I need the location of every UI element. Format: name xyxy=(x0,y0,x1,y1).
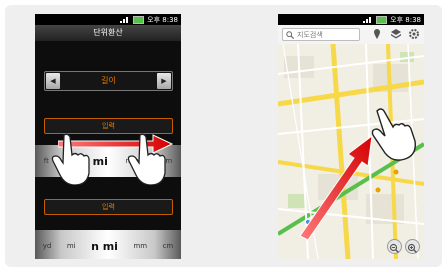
map-toolbar: 지도검색 xyxy=(278,25,424,45)
pin-icon[interactable] xyxy=(371,28,383,40)
map-search-input[interactable]: 지도검색 xyxy=(282,28,360,41)
arrow-right-icon[interactable]: ▶ xyxy=(157,73,171,89)
search-placeholder: 지도검색 xyxy=(297,31,323,39)
status-bar: 오후 8:38 xyxy=(35,14,181,25)
unit-option[interactable]: mi xyxy=(67,242,76,250)
search-icon xyxy=(286,31,294,39)
hand-start-icon xyxy=(51,133,90,185)
battery-icon xyxy=(133,15,145,24)
unit-option[interactable]: mm xyxy=(133,242,147,250)
unit-wheel-to[interactable]: yd mi n mi mm cm xyxy=(35,230,181,259)
battery-icon xyxy=(376,15,388,24)
unit-option[interactable]: n mi xyxy=(91,240,118,253)
phone-map: 오후 8:38 지도검색 xyxy=(278,14,424,259)
status-bar: 오후 8:38 xyxy=(278,14,424,25)
input-field-2[interactable]: 입력 xyxy=(44,199,173,215)
app-title: 단위환산 xyxy=(35,25,181,41)
screenshot: 오후 8:38 단위환산 ◀ 길이 ▶ 입력 ft yd mi n mi mm 입력 y… xyxy=(0,0,447,272)
category-selector[interactable]: ◀ 길이 ▶ xyxy=(44,71,173,91)
unit-option[interactable]: cm xyxy=(163,242,174,250)
unit-option[interactable]: mi xyxy=(93,155,108,168)
settings-icon[interactable] xyxy=(408,28,420,40)
signal-icon xyxy=(120,17,129,23)
zoom-in-icon[interactable] xyxy=(405,239,420,254)
status-time: 오후 8:38 xyxy=(147,15,178,24)
category-value: 길이 xyxy=(101,76,116,85)
zoom-out-icon[interactable] xyxy=(387,239,402,254)
input-field-1[interactable]: 입력 xyxy=(44,118,173,134)
hand-end-icon xyxy=(127,133,166,185)
hand-icon xyxy=(371,108,416,161)
arrow-left-icon[interactable]: ◀ xyxy=(46,73,60,89)
map-view[interactable] xyxy=(278,44,424,259)
layers-icon[interactable] xyxy=(390,28,402,40)
unit-option[interactable]: ft xyxy=(44,157,49,165)
status-time: 오후 8:38 xyxy=(390,15,421,24)
swipe-up-right-arrow-icon xyxy=(299,134,373,241)
signal-icon xyxy=(363,17,372,23)
unit-option[interactable]: yd xyxy=(43,242,52,250)
